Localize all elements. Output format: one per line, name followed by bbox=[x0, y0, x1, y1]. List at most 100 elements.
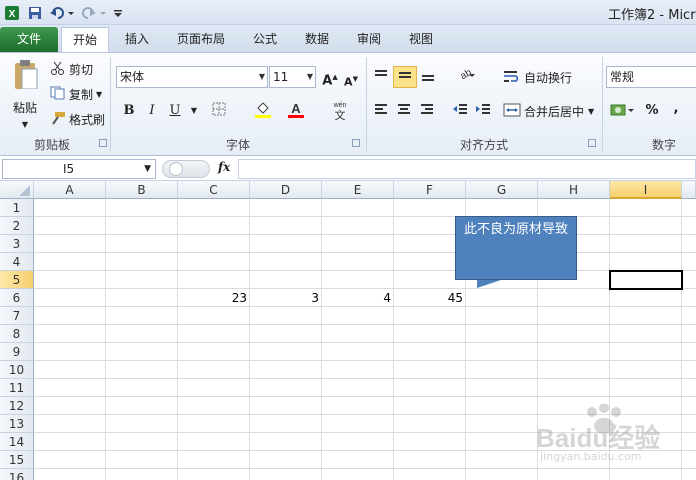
percent-button[interactable]: % bbox=[642, 101, 662, 121]
row-header-15[interactable]: 15 bbox=[0, 451, 34, 469]
excel-window: X 工作簿2 - Micro 文件 开始 插入 页面布局 公式 数据 审阅 视图… bbox=[0, 0, 696, 480]
decrease-indent-button[interactable] bbox=[450, 101, 470, 121]
align-bottom-button[interactable] bbox=[418, 67, 438, 87]
ribbon-home: 粘贴 ▼ 剪切 复制 ▼ 格式刷 剪贴板 宋体 ▼ 11 ▼ A▲ A▼ B I… bbox=[0, 52, 696, 156]
tab-file[interactable]: 文件 bbox=[0, 27, 58, 52]
shrink-font-button[interactable]: A▼ bbox=[341, 69, 361, 89]
tab-formulas[interactable]: 公式 bbox=[244, 27, 286, 52]
column-header-e[interactable]: E bbox=[322, 181, 394, 199]
column-header-i[interactable]: I bbox=[610, 181, 682, 199]
comma-button[interactable]: , bbox=[666, 99, 686, 119]
copy-button[interactable]: 复制 ▼ bbox=[50, 86, 102, 103]
align-middle-button[interactable] bbox=[393, 66, 417, 88]
redo-icon[interactable] bbox=[80, 3, 108, 22]
phonetic-button[interactable]: wén 文 bbox=[329, 99, 349, 122]
formula-input[interactable] bbox=[238, 159, 696, 179]
tab-page-layout[interactable]: 页面布局 bbox=[168, 27, 234, 52]
row-header-16[interactable]: 16 bbox=[0, 469, 34, 480]
wrap-text-icon bbox=[503, 69, 521, 86]
select-all-corner[interactable] bbox=[0, 181, 34, 199]
underline-dropdown-icon[interactable]: ▼ bbox=[184, 101, 204, 121]
column-header-f[interactable]: F bbox=[394, 181, 466, 199]
chevron-down-icon: ▼ bbox=[258, 72, 265, 81]
cut-button[interactable]: 剪切 bbox=[50, 61, 93, 78]
tab-home[interactable]: 开始 bbox=[61, 27, 109, 52]
cell-f6[interactable]: 45 bbox=[394, 289, 466, 307]
row-header-6[interactable]: 6 bbox=[0, 289, 34, 307]
fill-color-button[interactable] bbox=[253, 101, 273, 121]
row-header-13[interactable]: 13 bbox=[0, 415, 34, 433]
paste-dropdown-icon[interactable]: ▼ bbox=[22, 120, 28, 129]
align-left-button[interactable] bbox=[371, 101, 391, 121]
bold-button[interactable]: B bbox=[119, 101, 139, 121]
callout-shape[interactable]: 此不良为原材导致 bbox=[455, 216, 577, 280]
wrap-text-button[interactable]: 自动换行 bbox=[503, 69, 572, 86]
grow-font-button[interactable]: A▲ bbox=[320, 67, 340, 88]
row-header-1[interactable]: 1 bbox=[0, 199, 34, 217]
row-header-2[interactable]: 2 bbox=[0, 217, 34, 235]
column-header-b[interactable]: B bbox=[106, 181, 178, 199]
cell-c6[interactable]: 23 bbox=[178, 289, 250, 307]
paste-icon bbox=[15, 60, 38, 89]
selected-cell-i5[interactable] bbox=[609, 270, 683, 290]
font-size-select[interactable]: 11 ▼ bbox=[269, 66, 316, 88]
align-right-button[interactable] bbox=[417, 101, 437, 121]
column-header-next[interactable] bbox=[682, 181, 696, 199]
italic-button[interactable]: I bbox=[142, 101, 162, 121]
tab-data[interactable]: 数据 bbox=[296, 27, 338, 52]
paste-button[interactable]: 粘贴 ▼ bbox=[8, 59, 42, 129]
row-header-12[interactable]: 12 bbox=[0, 397, 34, 415]
orientation-button[interactable]: ab bbox=[452, 67, 476, 87]
number-format-select[interactable]: 常规 bbox=[606, 66, 696, 88]
column-header-g[interactable]: G bbox=[466, 181, 538, 199]
cell-d6[interactable]: 3 bbox=[250, 289, 322, 307]
font-launcher-icon[interactable] bbox=[352, 139, 360, 147]
format-painter-button[interactable]: 格式刷 bbox=[50, 111, 105, 128]
excel-logo-icon[interactable]: X bbox=[3, 3, 20, 22]
tab-review[interactable]: 审阅 bbox=[348, 27, 390, 52]
borders-button[interactable] bbox=[209, 101, 229, 121]
row-header-5[interactable]: 5 bbox=[0, 271, 34, 289]
underline-button[interactable]: U bbox=[165, 101, 185, 121]
merge-center-button[interactable]: 合并后居中 ▼ bbox=[503, 103, 594, 120]
column-header-d[interactable]: D bbox=[250, 181, 322, 199]
baidu-jingyan-watermark: Baidu经验 jingyan.baidu.com bbox=[534, 403, 684, 466]
row-header-4[interactable]: 4 bbox=[0, 253, 34, 271]
name-box-value: I5 bbox=[63, 162, 75, 176]
row-header-7[interactable]: 7 bbox=[0, 307, 34, 325]
row-header-9[interactable]: 9 bbox=[0, 343, 34, 361]
svg-text:文: 文 bbox=[335, 108, 346, 121]
clipboard-launcher-icon[interactable] bbox=[99, 139, 107, 147]
title-bar: X 工作簿2 - Micro bbox=[0, 0, 696, 25]
row-header-10[interactable]: 10 bbox=[0, 361, 34, 379]
copy-dropdown-icon[interactable]: ▼ bbox=[96, 90, 102, 99]
tab-insert[interactable]: 插入 bbox=[115, 27, 159, 52]
font-name-select[interactable]: 宋体 ▼ bbox=[116, 66, 268, 88]
row-header-3[interactable]: 3 bbox=[0, 235, 34, 253]
merge-dropdown-icon[interactable]: ▼ bbox=[588, 107, 594, 116]
paint-bucket-icon bbox=[255, 102, 271, 118]
undo-icon[interactable] bbox=[48, 3, 76, 22]
row-header-14[interactable]: 14 bbox=[0, 433, 34, 451]
alignment-launcher-icon[interactable] bbox=[588, 139, 596, 147]
font-color-button[interactable]: A bbox=[286, 101, 306, 121]
row-header-8[interactable]: 8 bbox=[0, 325, 34, 343]
increase-indent-button[interactable] bbox=[473, 101, 493, 121]
insert-function-icon[interactable]: fx bbox=[218, 160, 230, 174]
align-top-button[interactable] bbox=[371, 67, 391, 87]
chevron-down-icon[interactable]: ▼ bbox=[144, 160, 151, 178]
name-box[interactable]: I5 ▼ bbox=[2, 159, 156, 179]
customize-quick-access-icon[interactable] bbox=[112, 3, 124, 22]
tab-view[interactable]: 视图 bbox=[400, 27, 442, 52]
wrap-text-label: 自动换行 bbox=[524, 71, 573, 85]
cell-e6[interactable]: 4 bbox=[322, 289, 394, 307]
font-group-label: 字体 bbox=[225, 138, 250, 152]
formula-bar-expander[interactable] bbox=[162, 160, 210, 178]
column-header-a[interactable]: A bbox=[34, 181, 106, 199]
row-header-11[interactable]: 11 bbox=[0, 379, 34, 397]
align-center-button[interactable] bbox=[394, 101, 414, 121]
column-header-c[interactable]: C bbox=[178, 181, 250, 199]
accounting-format-button[interactable] bbox=[608, 101, 636, 121]
column-header-h[interactable]: H bbox=[538, 181, 610, 199]
save-icon[interactable] bbox=[26, 3, 44, 22]
